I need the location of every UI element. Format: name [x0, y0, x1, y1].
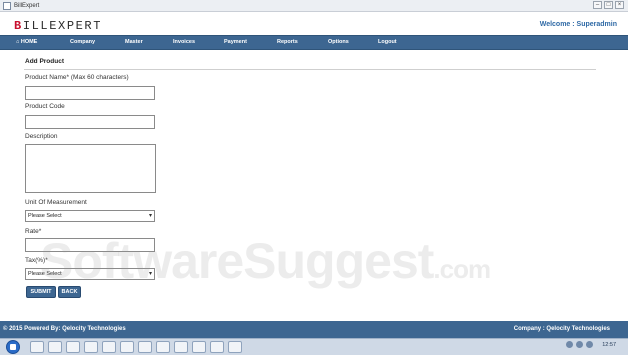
taskbar-apps: [30, 341, 242, 353]
page-title: Add Product: [25, 58, 64, 65]
minimize-button[interactable]: –: [593, 1, 602, 9]
welcome-text: Welcome : Superadmin: [539, 21, 617, 28]
product-code-input[interactable]: [25, 115, 155, 129]
globe-icon[interactable]: [174, 341, 188, 353]
chrome-icon[interactable]: [120, 341, 134, 353]
app-icon[interactable]: [156, 341, 170, 353]
image-icon[interactable]: [84, 341, 98, 353]
heading-divider: [24, 69, 596, 70]
footer-copyright: © 2015 Powered By: Qelocity Technologies: [3, 326, 126, 332]
logo-text: ILLEXPERT: [22, 19, 103, 33]
unit-label: Unit Of Measurement: [25, 199, 87, 206]
ie-icon[interactable]: [30, 341, 44, 353]
system-tray: 12:57: [566, 341, 616, 348]
battery-icon[interactable]: [586, 341, 594, 348]
nav-company[interactable]: Company: [70, 39, 95, 45]
document-icon[interactable]: [102, 341, 116, 353]
window-controls: – □ ×: [593, 1, 624, 9]
windows-logo-icon: [10, 344, 16, 350]
description-label: Description: [25, 133, 58, 140]
product-name-input[interactable]: [25, 86, 155, 100]
nav-master[interactable]: Master: [125, 39, 143, 45]
rate-label: Rate*: [25, 228, 42, 235]
window-title: BillExpert: [14, 2, 40, 9]
window-titlebar: BillExpert – □ ×: [0, 0, 628, 12]
description-textarea[interactable]: [25, 144, 156, 193]
opera-icon[interactable]: [66, 341, 80, 353]
close-button[interactable]: ×: [615, 1, 624, 9]
nav-reports[interactable]: Reports: [277, 39, 298, 45]
nav-payment[interactable]: Payment: [224, 39, 247, 45]
watermark-text: SoftwareSuggest: [40, 233, 434, 289]
unit-select[interactable]: Please Select ▾: [25, 210, 155, 222]
main-navbar: ⌂ HOME Company Master Invoices Payment R…: [0, 35, 628, 50]
app-icon: [3, 1, 11, 10]
notes-icon[interactable]: [228, 341, 242, 353]
volume-icon[interactable]: [576, 341, 584, 348]
product-code-label: Product Code: [25, 103, 65, 110]
nav-home[interactable]: ⌂ HOME: [16, 39, 37, 45]
chevron-down-icon: ▾: [148, 213, 152, 219]
network-icon[interactable]: [566, 341, 574, 348]
terminal-icon[interactable]: [138, 341, 152, 353]
start-button[interactable]: [6, 340, 20, 354]
folder-icon[interactable]: [48, 341, 62, 353]
nav-invoices[interactable]: Invoices: [173, 39, 195, 45]
product-name-label: Product Name* (Max 60 characters): [25, 74, 129, 81]
maximize-button[interactable]: □: [604, 1, 613, 9]
watermark-suffix: .com: [433, 254, 491, 284]
clock[interactable]: 12:57: [602, 342, 616, 348]
footer-company: Company : Qelocity Technologies: [513, 326, 610, 332]
footer: © 2015 Powered By: Qelocity Technologies…: [0, 321, 628, 338]
printer-icon[interactable]: [192, 341, 206, 353]
nav-logout[interactable]: Logout: [378, 39, 397, 45]
explorer-icon[interactable]: [210, 341, 224, 353]
unit-select-value: Please Select: [28, 213, 62, 219]
os-taskbar: 12:57: [0, 338, 628, 355]
app-header: BILLEXPERT Welcome : Superadmin: [0, 13, 628, 35]
watermark: SoftwareSuggest.com: [40, 232, 491, 290]
logo[interactable]: BILLEXPERT: [14, 19, 102, 33]
nav-options[interactable]: Options: [328, 39, 349, 45]
